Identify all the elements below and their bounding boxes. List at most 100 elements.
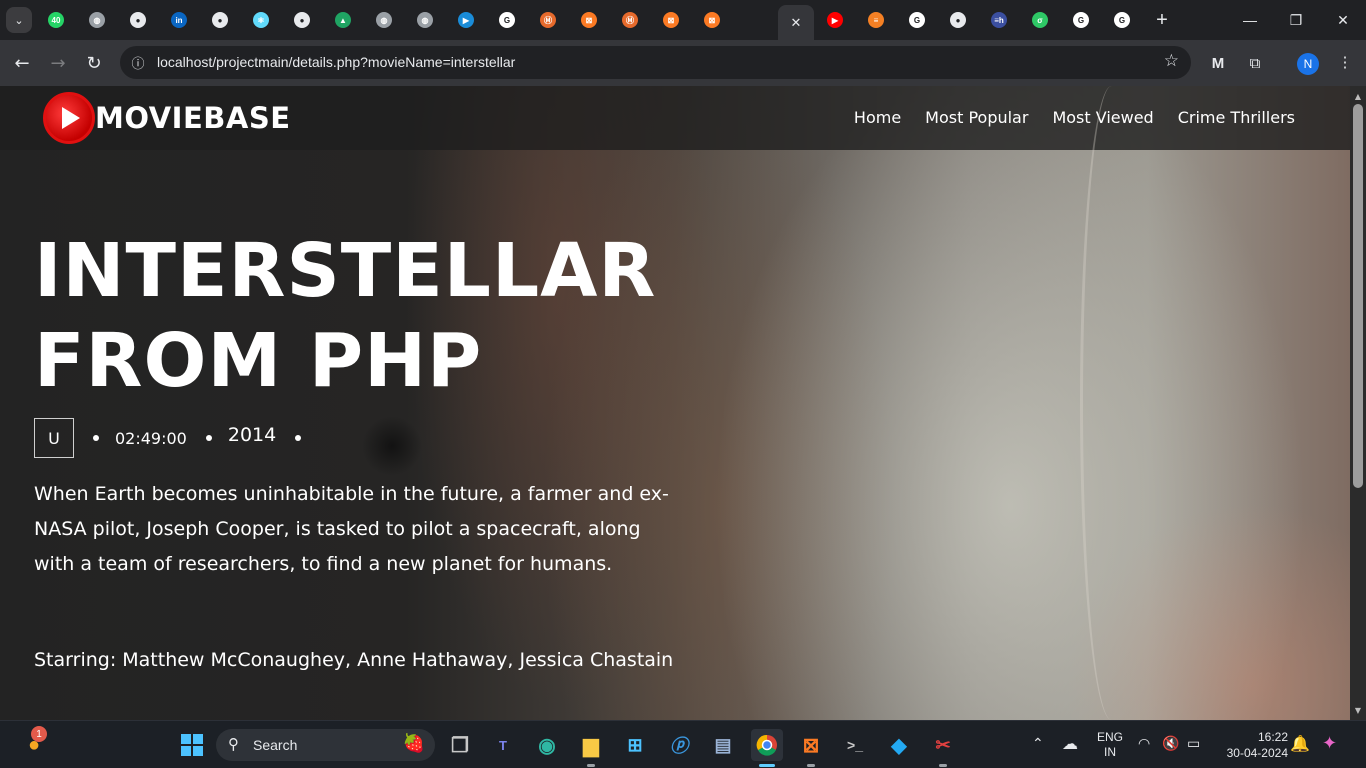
react-icon: ⚛ <box>253 12 269 28</box>
start-windows-icon[interactable] <box>176 729 208 761</box>
task-view-icon[interactable]: ❐ <box>444 729 476 761</box>
new-tab-button[interactable]: + <box>1150 8 1174 32</box>
browser-tab[interactable]: ⚛ <box>241 8 281 32</box>
globe-icon: ◍ <box>89 12 105 28</box>
browser-tab[interactable]: ● <box>118 8 158 32</box>
image-viewer-icon[interactable]: ▤ <box>707 729 739 761</box>
browser-tab[interactable]: ⊠ <box>569 8 609 32</box>
menu-kebab-icon[interactable]: ⋮ <box>1333 50 1357 74</box>
browser-tab[interactable]: Ⓜ <box>610 8 650 32</box>
browser-tab[interactable]: ⊠ <box>692 8 732 32</box>
xampp-taskbar-icon[interactable]: ⊠ <box>795 729 827 767</box>
extensions-puzzle-icon[interactable]: ⧉ <box>1243 51 1267 75</box>
browser-tab[interactable]: G <box>1061 8 1101 32</box>
search-icon: ⚲ <box>228 735 239 753</box>
site-logo[interactable]: MOVIEBASE <box>43 91 291 145</box>
back-button[interactable]: ← <box>8 49 36 77</box>
url-text[interactable]: localhost/projectmain/details.php?movieN… <box>157 54 515 70</box>
address-bar[interactable]: ⓘ localhost/projectmain/details.php?movi… <box>120 46 1191 79</box>
page-scrollbar[interactable]: ▲ ▼ <box>1350 86 1366 720</box>
leetcode-icon: σ <box>1032 12 1048 28</box>
snipping-tool-icon[interactable]: ✂ <box>927 729 959 767</box>
tab-active[interactable]: ✕ <box>778 5 814 40</box>
vscode-icon[interactable]: ◆ <box>883 729 915 761</box>
close-tab-icon[interactable]: ✕ <box>791 15 802 31</box>
wifi-icon[interactable]: ◠ <box>1138 735 1150 752</box>
browser-tab[interactable]: ▶ <box>446 8 486 32</box>
nav-link-most-popular[interactable]: Most Popular <box>925 108 1028 127</box>
language-code: ENG <box>1096 730 1123 744</box>
browser-tab[interactable]: ▲ <box>323 8 363 32</box>
browser-tab[interactable]: ≡ <box>856 8 896 32</box>
edge-icon[interactable]: ◉ <box>531 729 563 761</box>
browser-tab[interactable]: G <box>1102 8 1142 32</box>
browser-tab[interactable]: ● <box>282 8 322 32</box>
browser-tab[interactable]: ● <box>938 8 978 32</box>
browser-tab[interactable]: G <box>487 8 527 32</box>
notifications-bell-icon[interactable]: 🔔 <box>1290 734 1310 754</box>
browser-tab[interactable]: ◍ <box>405 8 445 32</box>
hackerrank-icon: ≡h <box>991 12 1007 28</box>
browser-tab[interactable]: ● <box>200 8 240 32</box>
notification-badge: 1 <box>31 726 47 742</box>
teams-icon[interactable]: T <box>487 729 519 761</box>
forward-button[interactable]: → <box>44 49 72 77</box>
browser-tab[interactable]: ▶ <box>815 8 855 32</box>
strawberry-highlight-icon: 🍓 <box>402 733 425 754</box>
browser-tab[interactable]: ◍ <box>77 8 117 32</box>
profile-avatar[interactable]: N <box>1297 53 1319 75</box>
terminal-icon[interactable]: >_ <box>839 729 871 761</box>
app-icon-blue[interactable]: ⓟ <box>663 729 695 761</box>
volume-muted-icon[interactable]: 🔇 <box>1162 735 1179 752</box>
show-hidden-icons[interactable]: ⌃ <box>1032 735 1044 752</box>
browser-tab[interactable]: 40 <box>36 8 76 32</box>
nav-link-crime-thrillers[interactable]: Crime Thrillers <box>1178 108 1295 127</box>
browser-tab[interactable]: σ <box>1020 8 1060 32</box>
google-icon: G <box>1073 12 1089 28</box>
site-info-icon[interactable]: ⓘ <box>128 52 148 72</box>
chrome-taskbar-icon[interactable] <box>751 729 783 767</box>
mit-icon: Ⓜ <box>540 12 556 28</box>
reload-button[interactable]: ↻ <box>80 49 108 77</box>
tab-search-button[interactable]: ⌄ <box>6 7 32 33</box>
globe-icon: ◍ <box>376 12 392 28</box>
browser-tab[interactable]: ◍ <box>364 8 404 32</box>
movie-year: 2014 <box>227 424 277 446</box>
malwarebytes-extension-icon[interactable]: M <box>1206 51 1230 75</box>
nav-link-home[interactable]: Home <box>854 108 901 127</box>
browser-tab[interactable]: in <box>159 8 199 32</box>
xampp-icon: ⊠ <box>581 12 597 28</box>
movie-description: When Earth becomes uninhabitable in the … <box>34 483 669 575</box>
scroll-down-arrow-icon[interactable]: ▼ <box>1350 702 1366 718</box>
movie-starring: Starring: Matthew McConaughey, Anne Hath… <box>34 649 674 671</box>
scrollbar-thumb[interactable] <box>1353 104 1363 488</box>
onedrive-cloud-icon[interactable]: ☁ <box>1062 734 1078 754</box>
xampp-icon: ⊠ <box>663 12 679 28</box>
copilot-icon[interactable]: ✦ <box>1322 733 1337 754</box>
movie-title: INTERSTELLAR FROM PHP <box>34 228 657 404</box>
xampp-icon: ⊠ <box>704 12 720 28</box>
file-explorer-icon[interactable]: ▆ <box>575 729 607 767</box>
nav-link-most-viewed[interactable]: Most Viewed <box>1052 108 1153 127</box>
browser-tab[interactable]: ≡h <box>979 8 1019 32</box>
clock-date: 30-04-2024 <box>1226 746 1288 760</box>
browser-tab[interactable]: Ⓜ <box>528 8 568 32</box>
movie-meta: U 02:49:00 2014 <box>34 418 317 458</box>
google-icon: G <box>1114 12 1130 28</box>
close-window-button[interactable]: ✕ <box>1320 6 1366 34</box>
separator-dot <box>205 435 212 441</box>
rating-badge: U <box>34 418 74 458</box>
minimize-button[interactable]: — <box>1227 6 1273 34</box>
restore-button[interactable]: ❐ <box>1273 6 1319 34</box>
browser-tab[interactable]: G <box>897 8 937 32</box>
windows-taskbar: ● 1 ⚲ Search 🍓 ❐ T ◉ ▆ ⊞ ⓟ ▤ ⊠ >_ ◆ ✂ ⌃ … <box>0 720 1366 768</box>
language-indicator[interactable]: ENG IN <box>1095 730 1125 760</box>
movie-duration: 02:49:00 <box>115 428 187 448</box>
clock[interactable]: 16:22 30-04-2024 <box>1214 729 1288 761</box>
taskbar-search[interactable]: ⚲ Search 🍓 <box>216 729 435 761</box>
bookmark-star-icon[interactable]: ☆ <box>1164 51 1179 71</box>
browser-tab[interactable]: ⊠ <box>651 8 691 32</box>
microsoft-store-icon[interactable]: ⊞ <box>619 729 651 761</box>
battery-icon[interactable]: ▭ <box>1187 735 1200 752</box>
scroll-up-arrow-icon[interactable]: ▲ <box>1350 88 1366 104</box>
